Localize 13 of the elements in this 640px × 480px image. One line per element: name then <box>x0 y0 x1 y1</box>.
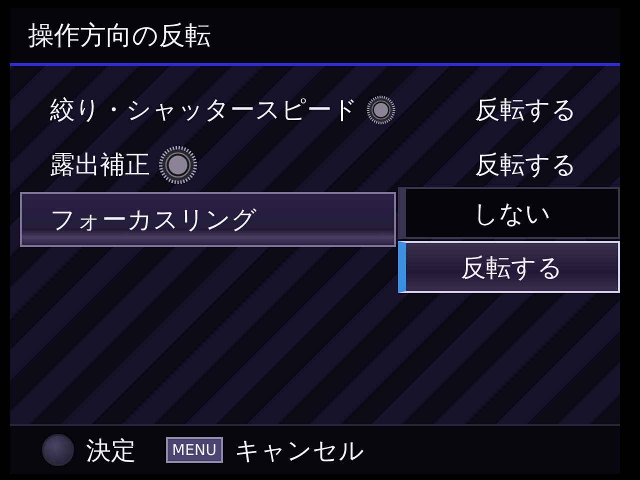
footer-label: キャンセル <box>234 434 365 466</box>
item-label: フォーカスリング <box>50 204 257 236</box>
option-item[interactable]: 反転する <box>398 241 620 293</box>
button-icon <box>42 434 74 466</box>
window-title: 操作方向の反転 <box>28 20 211 53</box>
item-label: 露出補正 <box>50 149 150 181</box>
item-label: 絞り・シャッタースピード <box>50 94 358 126</box>
selected-menu-row[interactable]: フォーカスリング <box>20 192 396 247</box>
item-value: 反転する <box>475 149 577 181</box>
menu-key-badge: MENU <box>166 437 223 463</box>
footer-label: 決定 <box>86 434 136 466</box>
option-item[interactable]: しない <box>398 187 620 239</box>
item-value: 反転する <box>475 94 577 126</box>
